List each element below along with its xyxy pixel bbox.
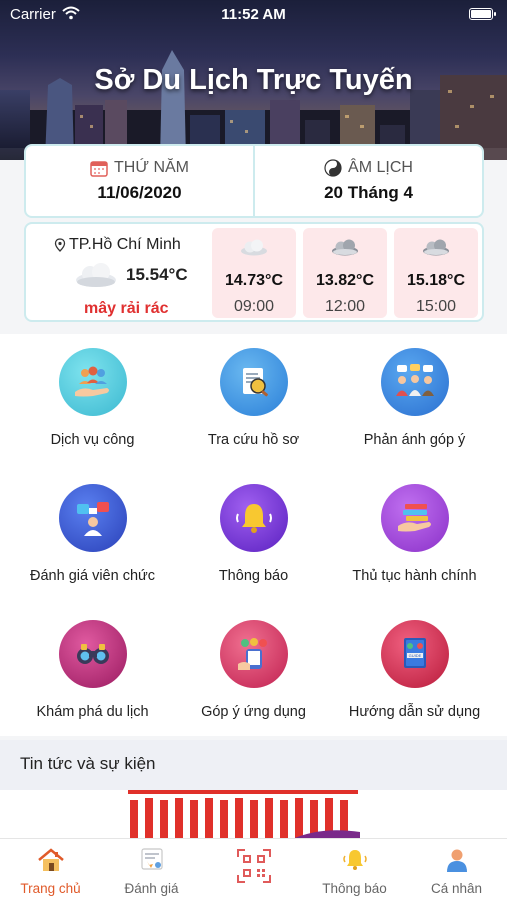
books-icon	[380, 484, 449, 552]
menu-item-feedback[interactable]: Phản ánh góp ý	[330, 334, 499, 468]
calendar-icon	[90, 161, 108, 177]
menu-item-document-search[interactable]: Tra cứu hồ sơ	[169, 334, 338, 468]
current-weather: TP.Hồ Chí Minh 15.54°C mây rải rác	[34, 228, 212, 320]
weather-description: mây rải rác	[84, 300, 169, 317]
clock-label: 11:52 AM	[221, 6, 286, 23]
date-card: THỨ NĂM 11/06/2020 ÂM LỊCH 20 Tháng 4	[24, 144, 484, 218]
app-feedback-icon	[219, 620, 288, 688]
weather-card: TP.Hồ Chí Minh 15.54°C mây rải rác 14.73…	[24, 222, 484, 322]
menu-item-label: Thông báo	[218, 568, 289, 584]
guide-book-icon: GUIDE	[380, 620, 449, 688]
menu-item-label: Phản ánh góp ý	[363, 432, 466, 448]
menu-item-label: Hướng dẫn sử dụng	[348, 704, 481, 720]
forecast-time: 09:00	[233, 298, 275, 315]
menu-item-user-guide[interactable]: GUIDE Hướng dẫn sử dụng	[330, 606, 499, 740]
solar-date: 11/06/2020	[97, 183, 182, 202]
tab-rating[interactable]: Đánh giá	[101, 839, 202, 900]
menu-item-label: Khám phá du lịch	[36, 704, 149, 720]
cloud-icon	[76, 263, 116, 287]
rating-icon	[140, 848, 163, 870]
tab-notifications[interactable]: Thông báo	[304, 839, 405, 900]
menu-item-notifications[interactable]: Thông báo	[169, 470, 338, 604]
forecast-temperature: 13.82°C	[316, 272, 374, 289]
menu-item-app-feedback[interactable]: Góp ý ứng dụng	[169, 606, 338, 740]
menu-item-label: Đánh giá viên chức	[30, 568, 155, 584]
news-image	[128, 790, 360, 840]
bell-icon	[342, 850, 367, 870]
tab-label: Thông báo	[322, 881, 387, 896]
yin-yang-icon	[324, 159, 342, 177]
cloud-icon	[241, 239, 267, 256]
lunar-label: ÂM LỊCH	[348, 159, 413, 176]
cloud-icon	[423, 239, 449, 256]
news-thumbnail[interactable]	[0, 790, 507, 840]
menu-item-label: Tra cứu hồ sơ	[207, 432, 300, 448]
qr-code-icon	[236, 849, 271, 883]
binoculars-icon	[58, 620, 127, 688]
bottom-tab-bar: Trang chủ Đánh giá Thông báo Cá nhân	[0, 838, 507, 900]
user-icon	[446, 849, 467, 872]
tab-home[interactable]: Trang chủ	[0, 839, 101, 900]
forecast-temperature: 15.18°C	[407, 272, 465, 289]
app-title: Sở Du Lịch Trực Tuyến	[94, 64, 413, 96]
location-pin-icon	[54, 238, 66, 252]
location-label: TP.Hồ Chí Minh	[69, 236, 181, 253]
news-section-title: Tin tức và sự kiện	[20, 754, 156, 773]
tab-label: Đánh giá	[124, 881, 179, 896]
service-menu-grid: Dịch vụ công Tra cứu hồ sơ Phản ánh góp …	[0, 334, 507, 736]
feedback-people-icon	[380, 348, 449, 416]
header-banner: Carrier 11:52 AM Sở Du Lịch Trực Tuyến	[0, 0, 507, 160]
weekday-label: THỨ NĂM	[114, 159, 189, 176]
official-rating-icon	[58, 484, 127, 552]
forecast-temperature: 14.73°C	[225, 272, 283, 289]
tab-label: Cá nhân	[430, 881, 483, 896]
lunar-date: 20 Tháng 4	[324, 183, 413, 202]
menu-item-explore-tourism[interactable]: Khám phá du lịch	[8, 606, 177, 740]
bell-icon	[219, 484, 288, 552]
tab-label: Trang chủ	[20, 881, 81, 896]
solar-date-cell: THỨ NĂM 11/06/2020	[26, 146, 253, 216]
tab-qr-scan[interactable]	[203, 839, 304, 900]
forecast-card: 13.82°C 12:00	[303, 228, 387, 318]
status-bar: Carrier 11:52 AM	[0, 0, 507, 28]
forecast-time: 15:00	[415, 298, 457, 315]
menu-item-label: Dịch vụ công	[50, 432, 135, 448]
menu-item-label: Thủ tục hành chính	[352, 568, 477, 584]
battery-icon	[469, 8, 496, 20]
menu-item-public-service[interactable]: Dịch vụ công	[8, 334, 177, 468]
svg-text:GUIDE: GUIDE	[408, 653, 421, 658]
cloud-icon	[332, 239, 358, 256]
forecast-time: 12:00	[324, 298, 366, 315]
document-search-icon	[219, 348, 288, 416]
tab-profile[interactable]: Cá nhân	[406, 839, 507, 900]
forecast-card: 15.18°C 15:00	[394, 228, 478, 318]
news-section-header: Tin tức và sự kiện	[0, 740, 507, 790]
current-temperature: 15.54°C	[126, 265, 188, 284]
lunar-date-cell: ÂM LỊCH 20 Tháng 4	[253, 146, 482, 216]
public-service-icon	[58, 348, 127, 416]
forecast-card: 14.73°C 09:00	[212, 228, 296, 318]
menu-item-official-rating[interactable]: Đánh giá viên chức	[8, 470, 177, 604]
home-icon	[37, 848, 64, 871]
menu-item-admin-procedures[interactable]: Thủ tục hành chính	[330, 470, 499, 604]
menu-item-label: Góp ý ứng dụng	[201, 704, 306, 720]
